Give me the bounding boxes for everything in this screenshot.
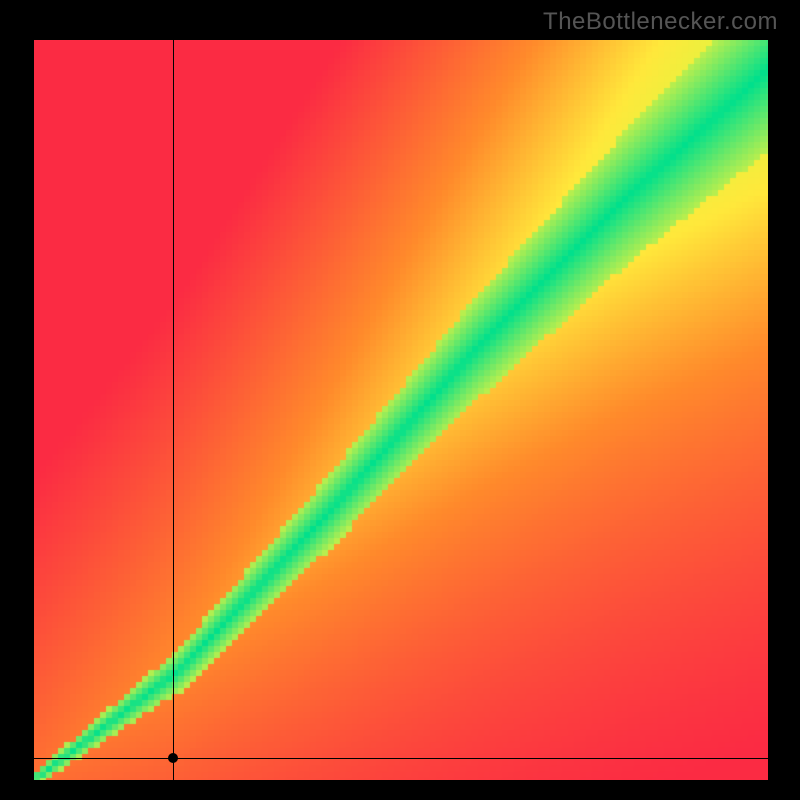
marker-dot [168, 753, 178, 763]
crosshair-vertical [173, 40, 174, 780]
watermark-text: TheBottlenecker.com [543, 8, 778, 36]
chart-frame: TheBottlenecker.com [0, 0, 800, 800]
heatmap-canvas [34, 40, 768, 780]
crosshair-horizontal [34, 758, 768, 759]
heatmap-plot [34, 40, 768, 780]
